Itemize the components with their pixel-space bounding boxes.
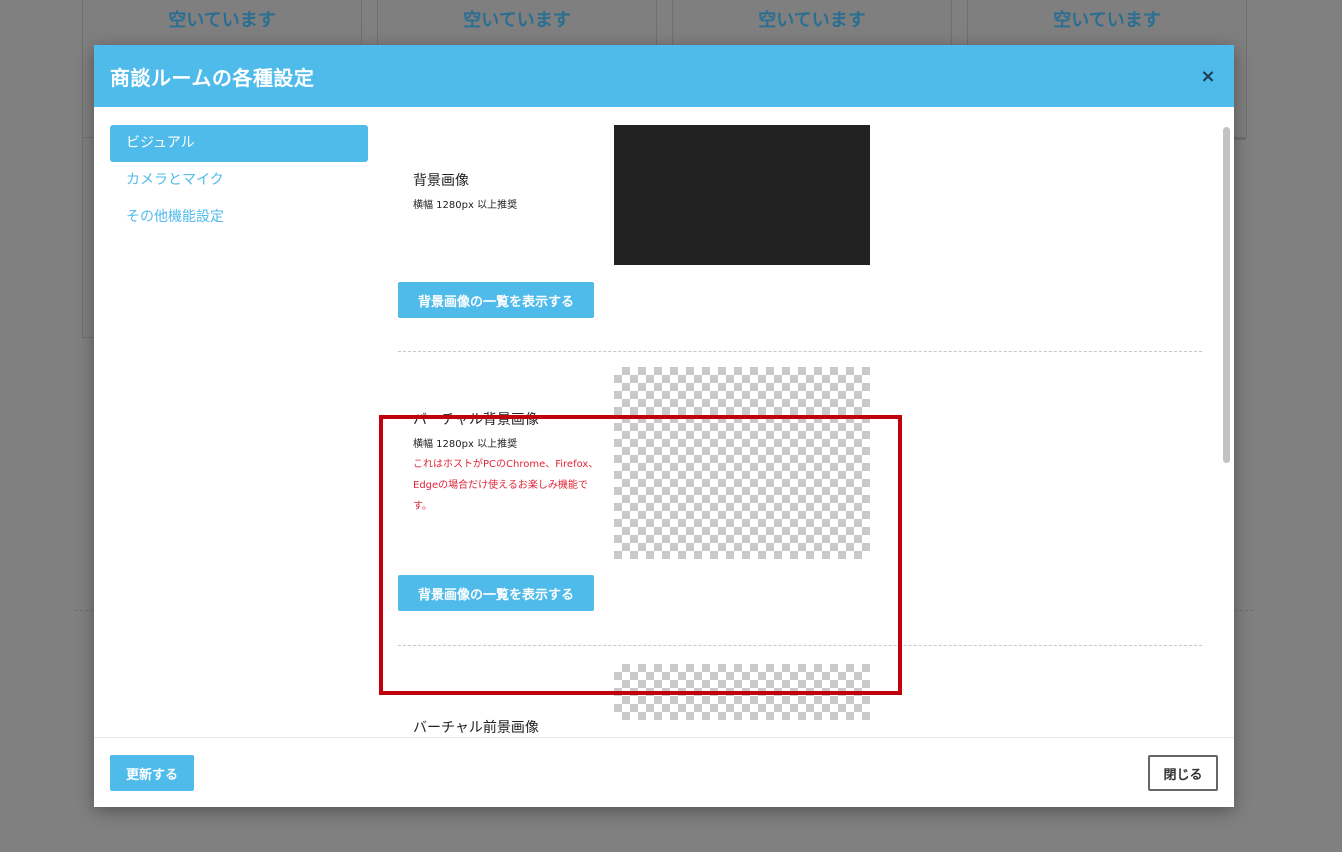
room-card-edge xyxy=(1234,138,1246,140)
content-scrollbar[interactable] xyxy=(1223,127,1230,463)
virtual-background-hint: 横幅 1280px 以上推奨 xyxy=(413,439,518,450)
settings-content: 背景画像 横幅 1280px 以上推奨 背景画像の一覧を表示する バーチャル背景… xyxy=(380,107,1210,737)
update-button[interactable]: 更新する xyxy=(110,755,194,791)
background-image-hint: 横幅 1280px 以上推奨 xyxy=(413,200,518,211)
virtual-background-section: バーチャル背景画像 横幅 1280px 以上推奨 これはホストがPCのChrom… xyxy=(398,353,1202,643)
virtual-foreground-label: バーチャル前景画像 xyxy=(413,717,603,737)
sidebar-item-camera-mic[interactable]: カメラとマイク xyxy=(110,162,368,199)
modal-footer: 更新する 閉じる xyxy=(94,737,1234,807)
settings-sidebar: ビジュアル カメラとマイク その他機能設定 xyxy=(110,125,368,236)
virtual-foreground-preview[interactable] xyxy=(614,664,870,720)
show-background-list-button[interactable]: 背景画像の一覧を表示する xyxy=(398,282,594,318)
settings-modal: 商談ルームの各種設定 × ビジュアル カメラとマイク その他機能設定 背景画像 … xyxy=(94,45,1234,807)
virtual-background-label: バーチャル背景画像 横幅 1280px 以上推奨 これはホストがPCのChrom… xyxy=(413,409,603,517)
background-image-title: 背景画像 xyxy=(413,173,469,189)
modal-body: ビジュアル カメラとマイク その他機能設定 背景画像 横幅 1280px 以上推… xyxy=(94,107,1234,737)
background-image-label: 背景画像 横幅 1280px 以上推奨 xyxy=(413,170,603,211)
room-card-status: 空いています xyxy=(463,10,571,31)
room-card-status: 空いています xyxy=(1053,10,1161,31)
room-card-status: 空いています xyxy=(168,10,276,31)
virtual-foreground-title: バーチャル前景画像 xyxy=(413,720,539,736)
close-icon[interactable]: × xyxy=(1198,66,1218,87)
virtual-foreground-section: バーチャル前景画像 xyxy=(398,647,1202,737)
section-divider xyxy=(398,645,1202,646)
sidebar-item-visual[interactable]: ビジュアル xyxy=(110,125,368,162)
modal-title: 商談ルームの各種設定 xyxy=(110,65,315,90)
modal-header: 商談ルームの各種設定 × xyxy=(94,45,1234,107)
background-image-section: 背景画像 横幅 1280px 以上推奨 背景画像の一覧を表示する xyxy=(398,107,1202,337)
show-virtual-background-list-button[interactable]: 背景画像の一覧を表示する xyxy=(398,575,594,611)
background-divider xyxy=(1234,610,1254,611)
close-button[interactable]: 閉じる xyxy=(1148,755,1218,791)
virtual-background-note: これはホストがPCのChrome、Firefox、Edgeの場合だけ使えるお楽し… xyxy=(413,459,599,512)
section-divider xyxy=(398,351,1202,352)
virtual-background-preview[interactable] xyxy=(614,367,870,559)
room-card-status: 空いています xyxy=(758,10,866,31)
virtual-background-title: バーチャル背景画像 xyxy=(413,412,539,428)
background-divider xyxy=(74,610,94,611)
background-image-preview[interactable] xyxy=(614,125,870,265)
sidebar-item-other-settings[interactable]: その他機能設定 xyxy=(110,199,368,236)
